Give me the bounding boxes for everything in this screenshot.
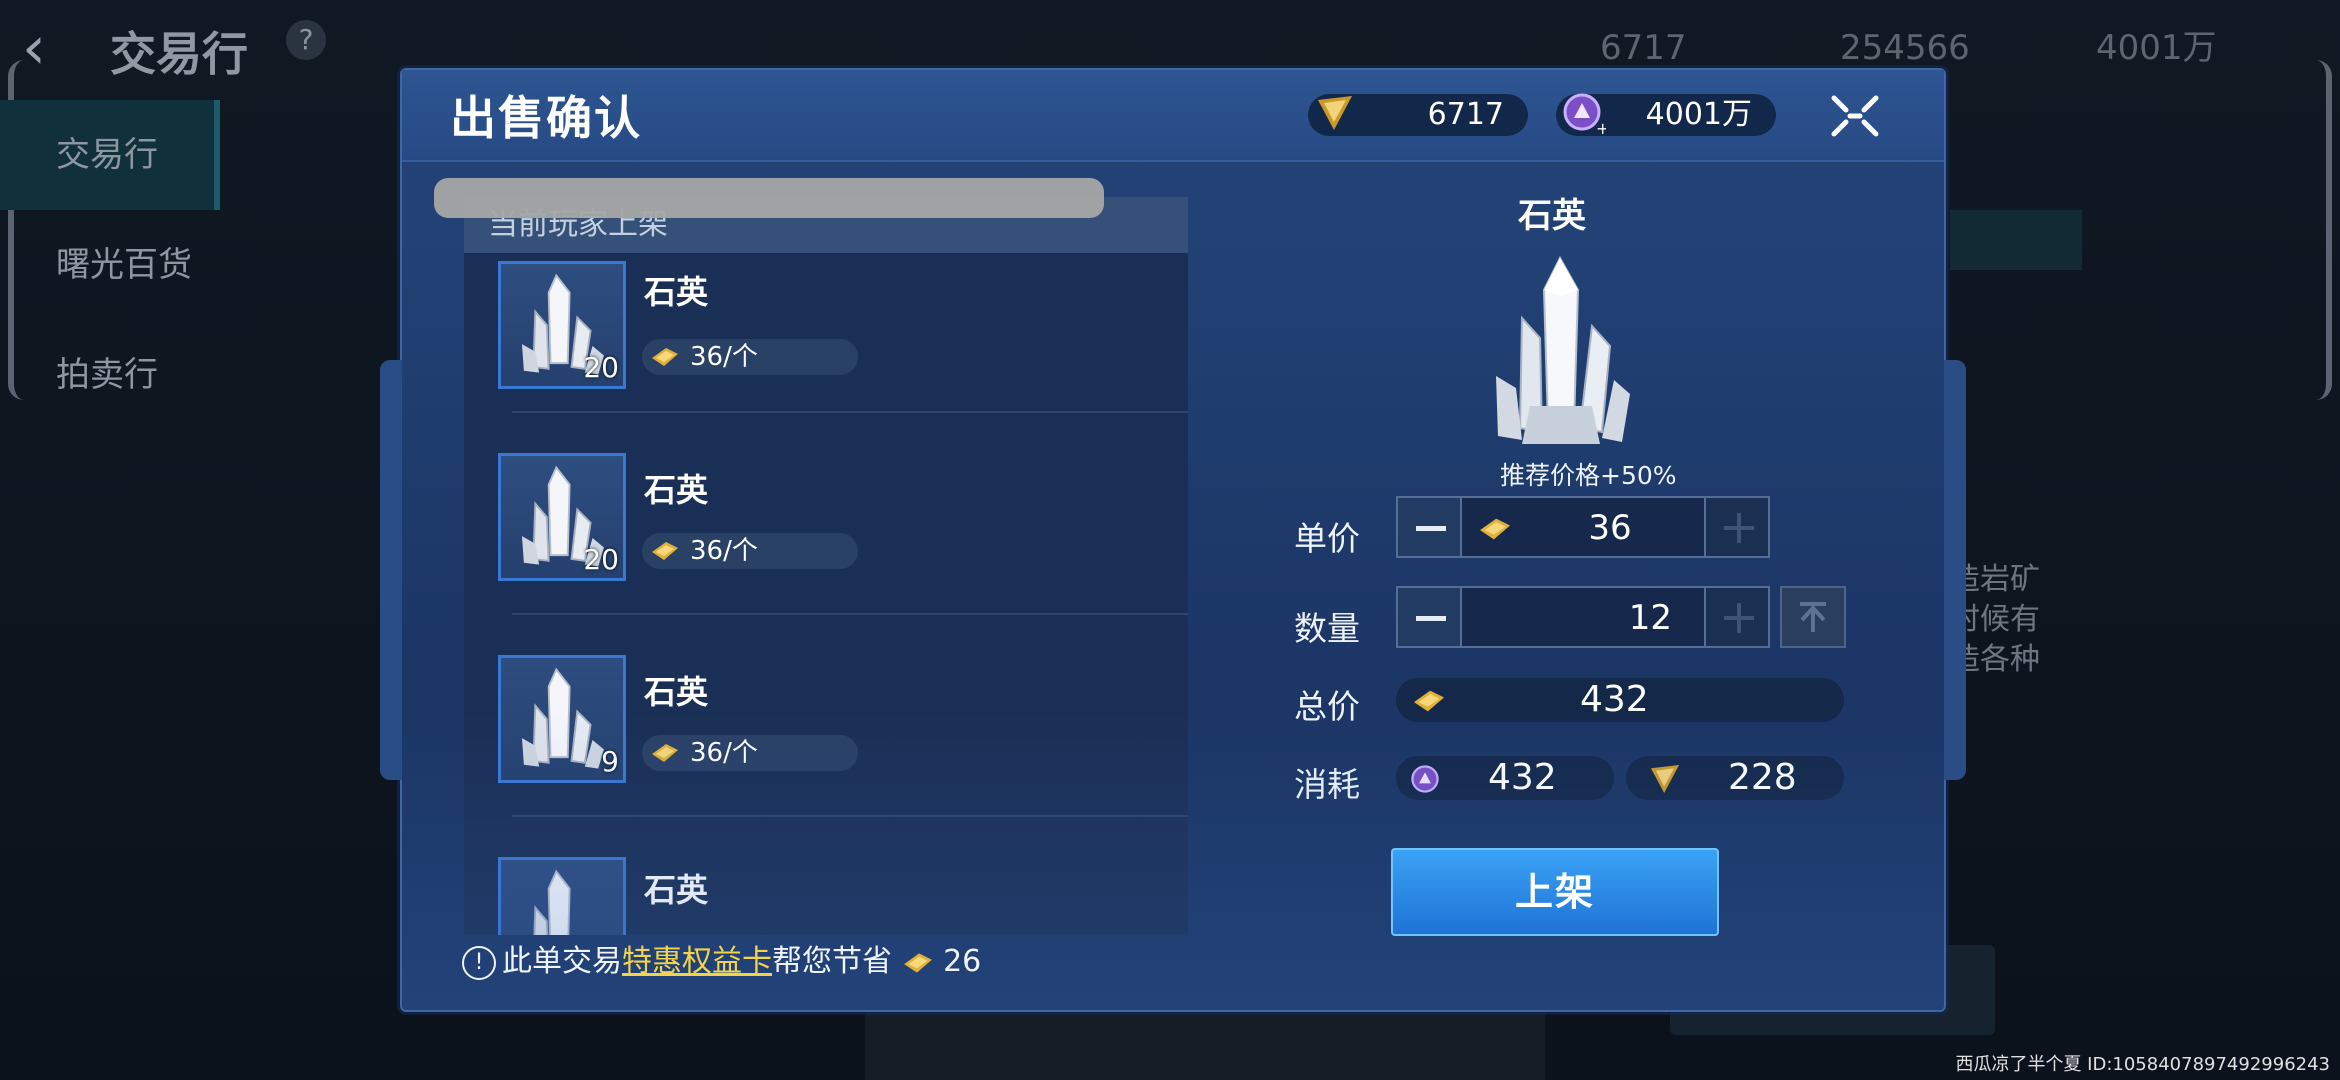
current-listings-panel[interactable]: 当前玩家上架 20 石英 36/个 20 石英 36/个 9 石英 36/个 石… [464,197,1188,935]
unit-price-field[interactable]: 36 [1460,496,1706,558]
sidebar-item-trade[interactable]: 交易行 [0,100,220,210]
bg-currency-1: 6717 [1600,28,1687,68]
unit-price-increase-button[interactable] [1704,496,1770,558]
cost-label: 消耗 [1294,765,1360,804]
credit-icon [1411,765,1439,793]
quantity-field[interactable]: 12 [1460,586,1706,648]
item-price: 36/个 [642,735,858,771]
item-price: 36/个 [642,533,858,569]
quantity-value: 12 [1628,598,1672,638]
quartz-thumb: 9 [498,655,626,783]
saving-amount: 26 [943,944,982,979]
cost-energy-pill: 228 [1626,756,1844,800]
currency-a-value: 6717 [1427,97,1504,132]
svg-text:+: + [1596,119,1606,136]
sidebar-item-shop[interactable]: 曙光百货 [0,210,220,320]
item-count: 9 [601,745,619,778]
quartz-thumb [498,857,626,935]
sidebar-nav: 交易行 曙光百货 拍卖行 [0,100,220,430]
gold-bar-icon [1480,518,1510,540]
dialog-header: 出售确认 6717 + 4001万 [402,70,1944,162]
item-name: 石英 [644,273,709,311]
gold-bar-icon [903,952,932,973]
quartz-icon [533,869,571,935]
benefit-card-link[interactable]: 特惠权益卡 [622,944,772,979]
currency-b-value: 4001万 [1645,97,1752,132]
item-name: 石英 [644,871,709,909]
info-icon: ! [462,945,496,980]
list-item[interactable]: 9 石英 36/个 [498,615,1188,817]
quartz-thumb: 20 [498,261,626,389]
discount-note: ! 此单交易特惠权益卡帮您节省 26 [462,942,981,982]
gold-bar-icon [652,348,678,366]
quantity-max-button[interactable] [1780,586,1846,648]
quantity-increase-button[interactable] [1704,586,1770,648]
unit-price-decrease-button[interactable] [1396,496,1462,558]
list-item[interactable]: 石英 [498,817,1188,935]
list-item[interactable]: 20 石英 36/个 [498,413,1188,615]
right-edge-decoration [2316,60,2332,400]
total-price-label: 总价 [1294,687,1360,726]
help-icon[interactable]: ? [286,20,326,60]
note-prefix: 此单交易 [502,944,622,979]
dialog-title: 出售确认 [450,91,642,145]
energy-icon [1318,96,1352,130]
unit-price-label: 单价 [1294,519,1360,558]
unit-price-value: 36 [1588,508,1632,548]
watermark: 西瓜凉了半个夏 ID:1058407897492996243 [1955,1054,2330,1075]
item-name: 石英 [644,471,709,509]
bg-currency-3: 4001万 [2096,28,2217,68]
energy-icon [1650,764,1680,794]
credit-icon: + [1563,93,1606,136]
list-item[interactable]: 20 石英 36/个 [498,253,1188,413]
quantity-decrease-button[interactable] [1396,586,1462,648]
sidebar-item-auction[interactable]: 拍卖行 [0,320,220,430]
bg-slots [865,1010,1545,1080]
close-icon[interactable] [1828,92,1882,140]
currency-b-pill: + 4001万 [1556,93,1776,136]
list-for-sale-button[interactable]: 上架 [1391,848,1719,936]
back-arrow-icon[interactable]: ‹ [22,18,46,78]
total-price-value: 432 [1580,679,1649,720]
cost-credit-pill: 432 [1396,756,1614,800]
note-suffix: 帮您节省 [772,944,892,979]
max-arrow-icon [1800,602,1826,632]
item-name: 石英 [644,673,709,711]
dialog-right-tab [1944,360,1966,780]
cost-credit-value: 432 [1488,757,1557,798]
quantity-label: 数量 [1294,609,1360,648]
currency-a-pill: 6717 [1308,94,1528,136]
cost-energy-value: 228 [1728,757,1797,798]
item-price: 36/个 [642,339,858,375]
dialog-left-tab [380,360,402,780]
item-title: 石英 [1518,196,1586,236]
redacted-bar [434,178,1104,218]
gold-bar-icon [652,744,678,762]
page-title: 交易行 [110,27,248,81]
item-count: 20 [583,351,619,384]
total-price-pill: 432 [1396,678,1844,722]
quartz-thumb: 20 [498,453,626,581]
quartz-large-icon [1496,256,1630,444]
item-count: 20 [583,543,619,576]
gold-bar-icon [652,542,678,560]
bg-currency-2: 254566 [1840,28,1970,68]
gold-bar-icon [1414,690,1444,712]
bg-panel [1950,210,2082,270]
recommended-price-label: 推荐价格+50% [1500,461,1677,490]
